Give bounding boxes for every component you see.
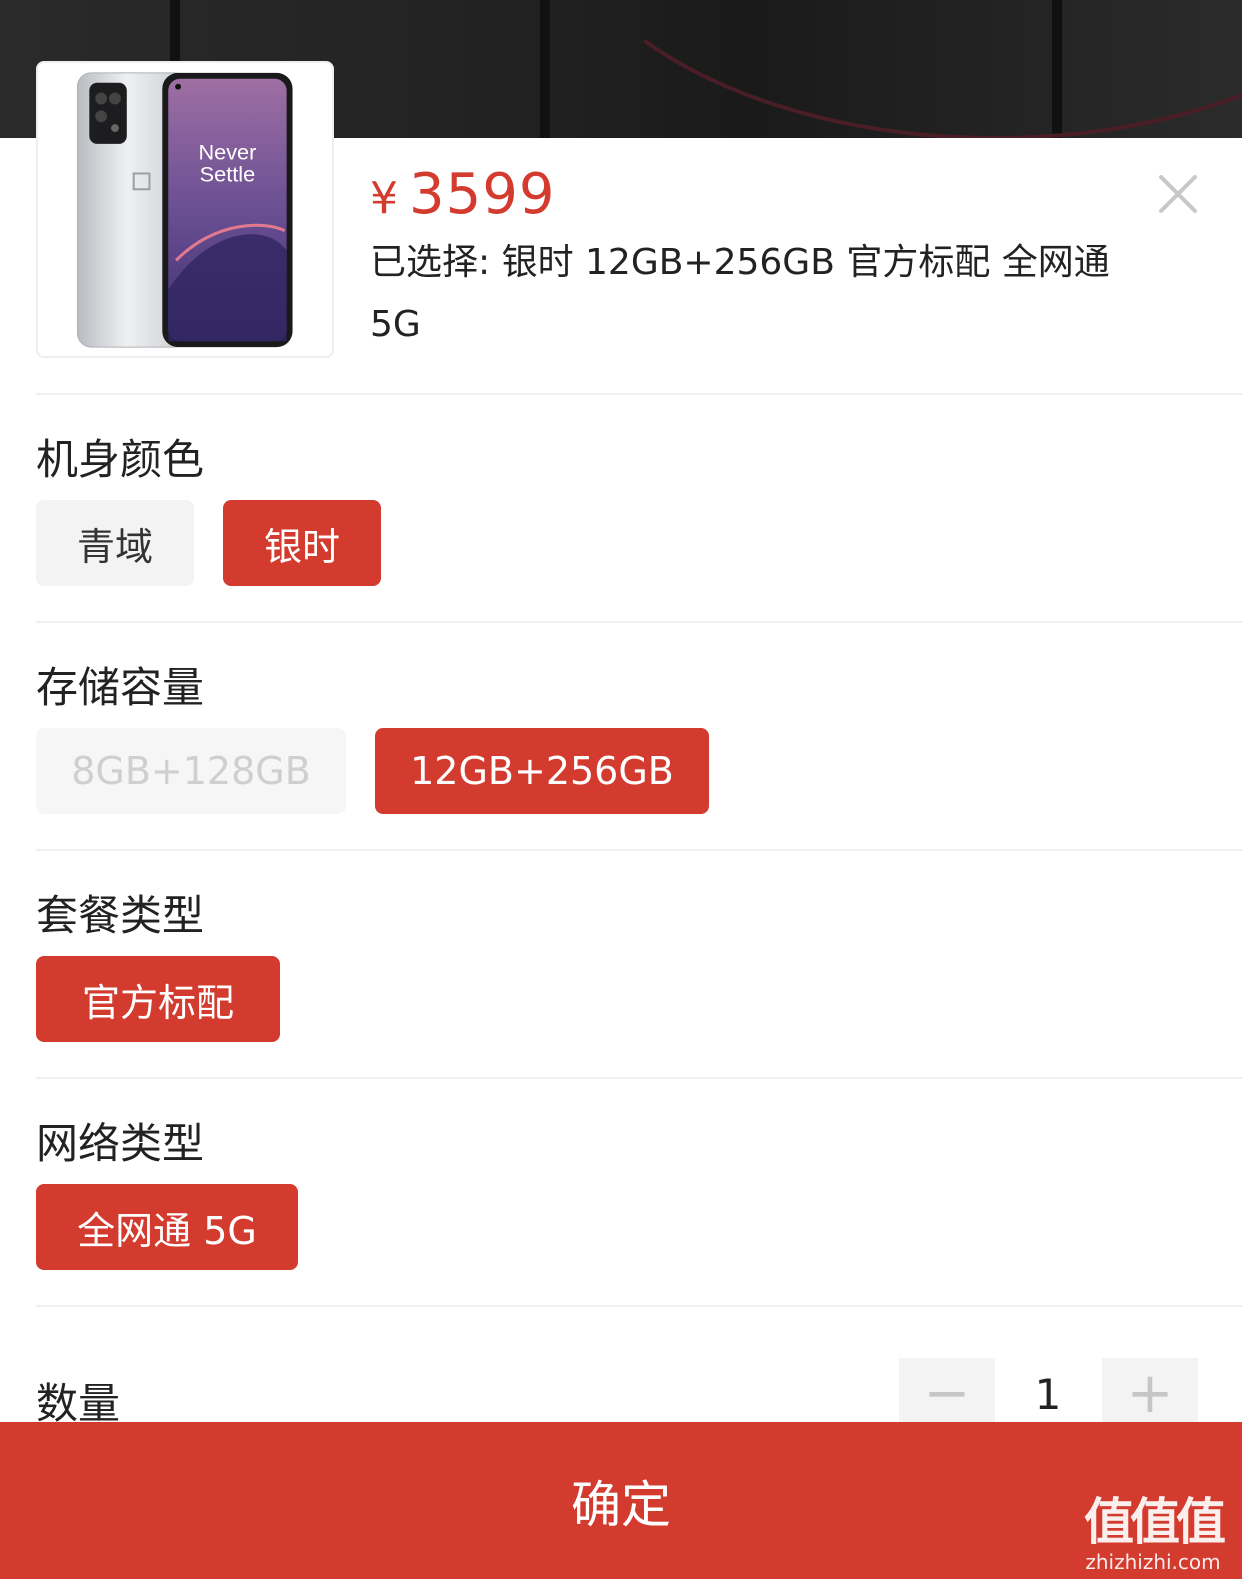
slogan-line2: Settle [200,161,255,186]
phone-image: Never Settle [76,72,293,348]
product-thumbnail: Never Settle [36,61,334,358]
divider [36,1305,1242,1307]
phone-edge [540,0,550,140]
section-title-color: 机身颜色 [36,435,205,484]
close-icon[interactable] [1156,172,1200,216]
watermark-url: zhizhizhi.com [1085,1550,1221,1574]
section-title-storage: 存储容量 [36,663,205,712]
option-bundle-standard[interactable]: 官方标配 [36,956,280,1042]
option-storage-8-128[interactable]: 8GB+128GB [36,728,346,814]
divider [36,393,1242,395]
confirm-button[interactable]: 确定 [0,1422,1242,1579]
option-color-qingyu[interactable]: 青域 [36,500,194,586]
watermark-logo: 值值值 zhizhizhi.com [1080,1482,1226,1574]
quantity-plus-button[interactable]: + [1102,1358,1198,1428]
price-value: 3599 [409,162,556,227]
watermark-text: 值值值 [1084,1493,1226,1551]
option-color-yinshi[interactable]: 银时 [223,500,381,586]
price: ¥3599 [370,162,556,227]
selected-spec-text: 已选择: 银时 12GB+256GB 官方标配 全网通 5G [370,242,1110,345]
quantity-value: 1 [1034,1370,1062,1419]
wallpaper-arc [545,0,1242,140]
section-title-bundle: 套餐类型 [36,891,205,940]
divider [36,1077,1242,1079]
divider [36,621,1242,623]
quantity-minus-button[interactable]: − [899,1358,995,1428]
option-storage-12-256[interactable]: 12GB+256GB [375,728,709,814]
divider [36,849,1242,851]
option-network-5g[interactable]: 全网通 5G [36,1184,298,1270]
section-title-network: 网络类型 [36,1119,205,1168]
currency-symbol: ¥ [370,173,399,224]
